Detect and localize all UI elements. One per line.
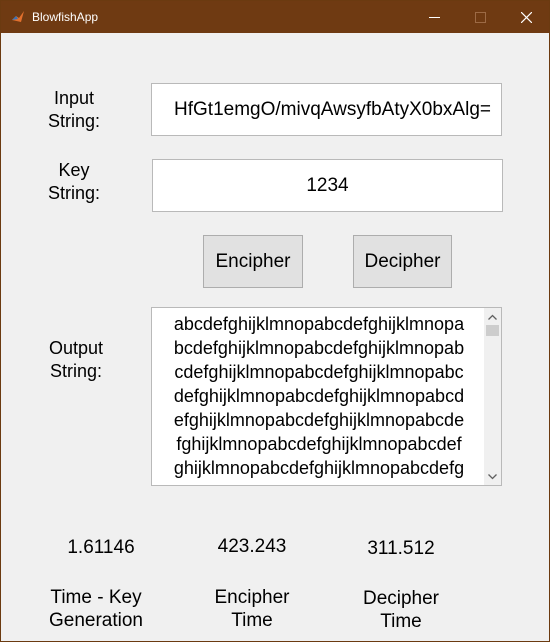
output-scrollbar[interactable]: [484, 308, 501, 485]
output-string-label: Output String:: [33, 337, 119, 383]
output-string-label-line2: String:: [49, 361, 103, 381]
scroll-up-button[interactable]: [484, 308, 501, 325]
input-string-value: HfGt1emgO/mivqAwsyfbAtyX0bxAlg=: [174, 98, 491, 120]
chevron-up-icon: [488, 314, 497, 320]
maximize-icon: [474, 11, 486, 23]
encipher-time-label-line2: Time: [231, 610, 273, 631]
key-string-label: Key String:: [31, 159, 117, 205]
output-line: abcdefghijklmnopabcdefghijklmnopa: [173, 314, 465, 334]
output-line: cdefghijklmnopabcdefghijklmnopabc: [174, 362, 464, 382]
encipher-time-label: Encipher Time: [192, 586, 312, 632]
scrollbar-thumb[interactable]: [486, 325, 499, 336]
close-icon: [520, 11, 532, 23]
close-button[interactable]: [503, 1, 549, 33]
key-string-field[interactable]: 1234: [152, 159, 503, 212]
output-line: ghijklmnopabcdefghijklmnopabcdefg: [173, 458, 465, 478]
decipher-time-value: 311.512: [367, 538, 435, 559]
encipher-button[interactable]: Encipher: [203, 235, 303, 288]
output-line: bcdefghijklmnopabcdefghijklmnopab: [173, 338, 465, 358]
decipher-time-label-line2: Time: [380, 611, 422, 632]
decipher-button[interactable]: Decipher: [353, 235, 452, 288]
matlab-app-icon: [12, 11, 24, 22]
output-line: fghijklmnopabcdefghijklmnopabcdef: [176, 434, 462, 454]
minimize-icon: [428, 16, 440, 18]
chevron-down-icon: [488, 473, 497, 479]
app-content: Input String: HfGt1emgO/mivqAwsyfbAtyX0b…: [1, 33, 549, 641]
blowfish-app-window: BlowfishApp Input String: HfGt1emgO/mivq…: [0, 0, 550, 642]
minimize-button[interactable]: [411, 1, 457, 33]
key-generation-time-label-line1: Time - Key: [50, 587, 142, 608]
output-string-label-line1: Output: [48, 338, 104, 358]
window-title: BlowfishApp: [32, 10, 99, 24]
title-bar[interactable]: BlowfishApp: [1, 1, 549, 33]
decipher-time-label: Decipher Time: [341, 587, 461, 633]
output-string-textarea[interactable]: abcdefghijklmnopabcdefghijklmnopa bcdefgh…: [151, 307, 502, 486]
encipher-time-value: 423.243: [217, 536, 287, 557]
key-generation-time-label: Time - Key Generation: [36, 586, 156, 632]
key-string-label-line2: String:: [47, 183, 101, 203]
input-string-label-line2: String:: [47, 111, 101, 131]
key-string-value: 1234: [306, 174, 349, 196]
scroll-down-button[interactable]: [484, 468, 501, 485]
key-string-label-line1: Key: [58, 160, 90, 180]
encipher-time-label-line1: Encipher: [214, 587, 290, 608]
output-lines: abcdefghijklmnopabcdefghijklmnopa bcdefgh…: [154, 312, 484, 480]
input-string-label-line1: Input: [53, 88, 95, 108]
input-string-field[interactable]: HfGt1emgO/mivqAwsyfbAtyX0bxAlg=: [151, 83, 502, 136]
maximize-button[interactable]: [457, 1, 503, 33]
input-string-label: Input String:: [31, 87, 117, 133]
decipher-time-label-line1: Decipher: [362, 588, 440, 609]
key-generation-time-value: 1.61146: [67, 537, 135, 558]
key-generation-time-label-line2: Generation: [48, 610, 143, 631]
output-line: efghijklmnopabcdefghijklmnopabcde: [173, 410, 465, 430]
output-line: defghijklmnopabcdefghijklmnopabcd: [173, 386, 465, 406]
